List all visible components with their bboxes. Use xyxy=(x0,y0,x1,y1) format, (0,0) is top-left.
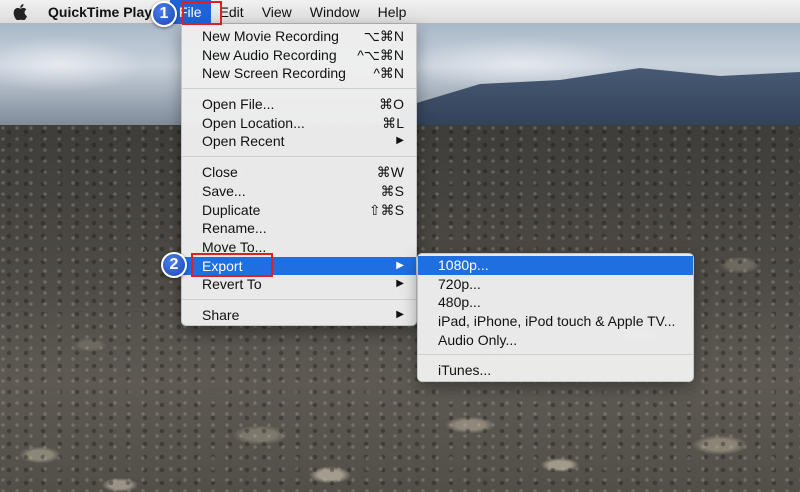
export-item-apple-devices[interactable]: iPad, iPhone, iPod touch & Apple TV... xyxy=(418,312,693,331)
menu-separator xyxy=(418,354,693,356)
menu-item-label: Duplicate xyxy=(202,201,261,218)
menu-item-open-file[interactable]: Open File... ⌘O xyxy=(182,95,416,114)
menu-item-share[interactable]: Share ▶ xyxy=(182,306,416,325)
menu-item-new-audio-recording[interactable]: New Audio Recording ^⌥⌘N xyxy=(182,46,416,65)
menu-item-shortcut: ^⌘N xyxy=(373,65,404,82)
menu-item-shortcut: ⌘W xyxy=(376,164,404,181)
submenu-arrow-icon: ▶ xyxy=(396,278,404,290)
apple-icon[interactable] xyxy=(0,0,40,24)
menu-item-duplicate[interactable]: Duplicate ⇧⌘S xyxy=(182,201,416,220)
menu-item-label: 720p... xyxy=(438,275,481,292)
submenu-arrow-icon: ▶ xyxy=(396,135,404,147)
menu-item-new-movie-recording[interactable]: New Movie Recording ⌥⌘N xyxy=(182,27,416,46)
step-badge-2: 2 xyxy=(161,252,187,278)
submenu-arrow-icon: ▶ xyxy=(396,259,404,271)
menu-view[interactable]: View xyxy=(253,0,301,24)
menu-item-label: iPad, iPhone, iPod touch & Apple TV... xyxy=(438,313,676,330)
submenu-arrow-icon: ▶ xyxy=(396,308,404,320)
menu-item-label: Share xyxy=(202,306,240,323)
menu-item-shortcut: ⌘L xyxy=(382,114,404,131)
menu-item-label: Open Location... xyxy=(202,114,305,131)
menu-bar: QuickTime Player File Edit View Window H… xyxy=(0,0,800,24)
menu-item-save[interactable]: Save... ⌘S xyxy=(182,182,416,201)
menu-item-shortcut: ⌘O xyxy=(379,96,404,113)
app-name-menu[interactable]: QuickTime Player xyxy=(40,4,158,20)
export-item-480p[interactable]: 480p... xyxy=(418,293,693,312)
export-item-itunes[interactable]: iTunes... xyxy=(418,361,693,380)
menu-item-shortcut: ^⌥⌘N xyxy=(357,46,404,63)
menu-item-shortcut: ⇧⌘S xyxy=(368,201,404,218)
menu-item-label: Close xyxy=(202,164,238,181)
menu-window[interactable]: Window xyxy=(301,0,369,24)
menu-item-label: iTunes... xyxy=(438,362,492,379)
menu-help[interactable]: Help xyxy=(369,0,416,24)
menu-item-new-screen-recording[interactable]: New Screen Recording ^⌘N xyxy=(182,64,416,83)
step-badge-1: 1 xyxy=(151,1,177,27)
menu-item-label: New Audio Recording xyxy=(202,46,337,63)
menu-item-label: Open Recent xyxy=(202,133,285,150)
menu-separator xyxy=(182,156,416,158)
menu-item-label: Audio Only... xyxy=(438,331,518,348)
menu-item-close[interactable]: Close ⌘W xyxy=(182,163,416,182)
menu-item-label: Revert To xyxy=(202,276,262,293)
menu-item-label: New Screen Recording xyxy=(202,65,346,82)
menu-item-revert-to[interactable]: Revert To ▶ xyxy=(182,275,416,294)
menu-item-label: 480p... xyxy=(438,294,481,311)
menu-item-label: New Movie Recording xyxy=(202,28,339,44)
menu-item-rename[interactable]: Rename... xyxy=(182,219,416,238)
menu-item-label: Open File... xyxy=(202,96,275,113)
export-item-720p[interactable]: 720p... xyxy=(418,275,693,294)
callout-box-file xyxy=(182,1,222,25)
menu-separator xyxy=(182,298,416,300)
export-item-audio-only[interactable]: Audio Only... xyxy=(418,331,693,350)
menu-item-label: Save... xyxy=(202,182,246,199)
export-submenu: 1080p... 720p... 480p... iPad, iPhone, i… xyxy=(417,253,694,382)
menu-item-open-recent[interactable]: Open Recent ▶ xyxy=(182,132,416,151)
menu-item-label: 1080p... xyxy=(438,257,489,273)
menu-item-shortcut: ⌥⌘N xyxy=(363,28,404,44)
callout-box-export xyxy=(191,253,273,277)
menu-item-shortcut: ⌘S xyxy=(380,182,404,199)
menu-item-open-location[interactable]: Open Location... ⌘L xyxy=(182,114,416,133)
export-item-1080p[interactable]: 1080p... xyxy=(418,256,693,275)
file-menu-dropdown: New Movie Recording ⌥⌘N New Audio Record… xyxy=(181,24,417,326)
menu-separator xyxy=(182,88,416,90)
menu-item-label: Rename... xyxy=(202,220,267,237)
